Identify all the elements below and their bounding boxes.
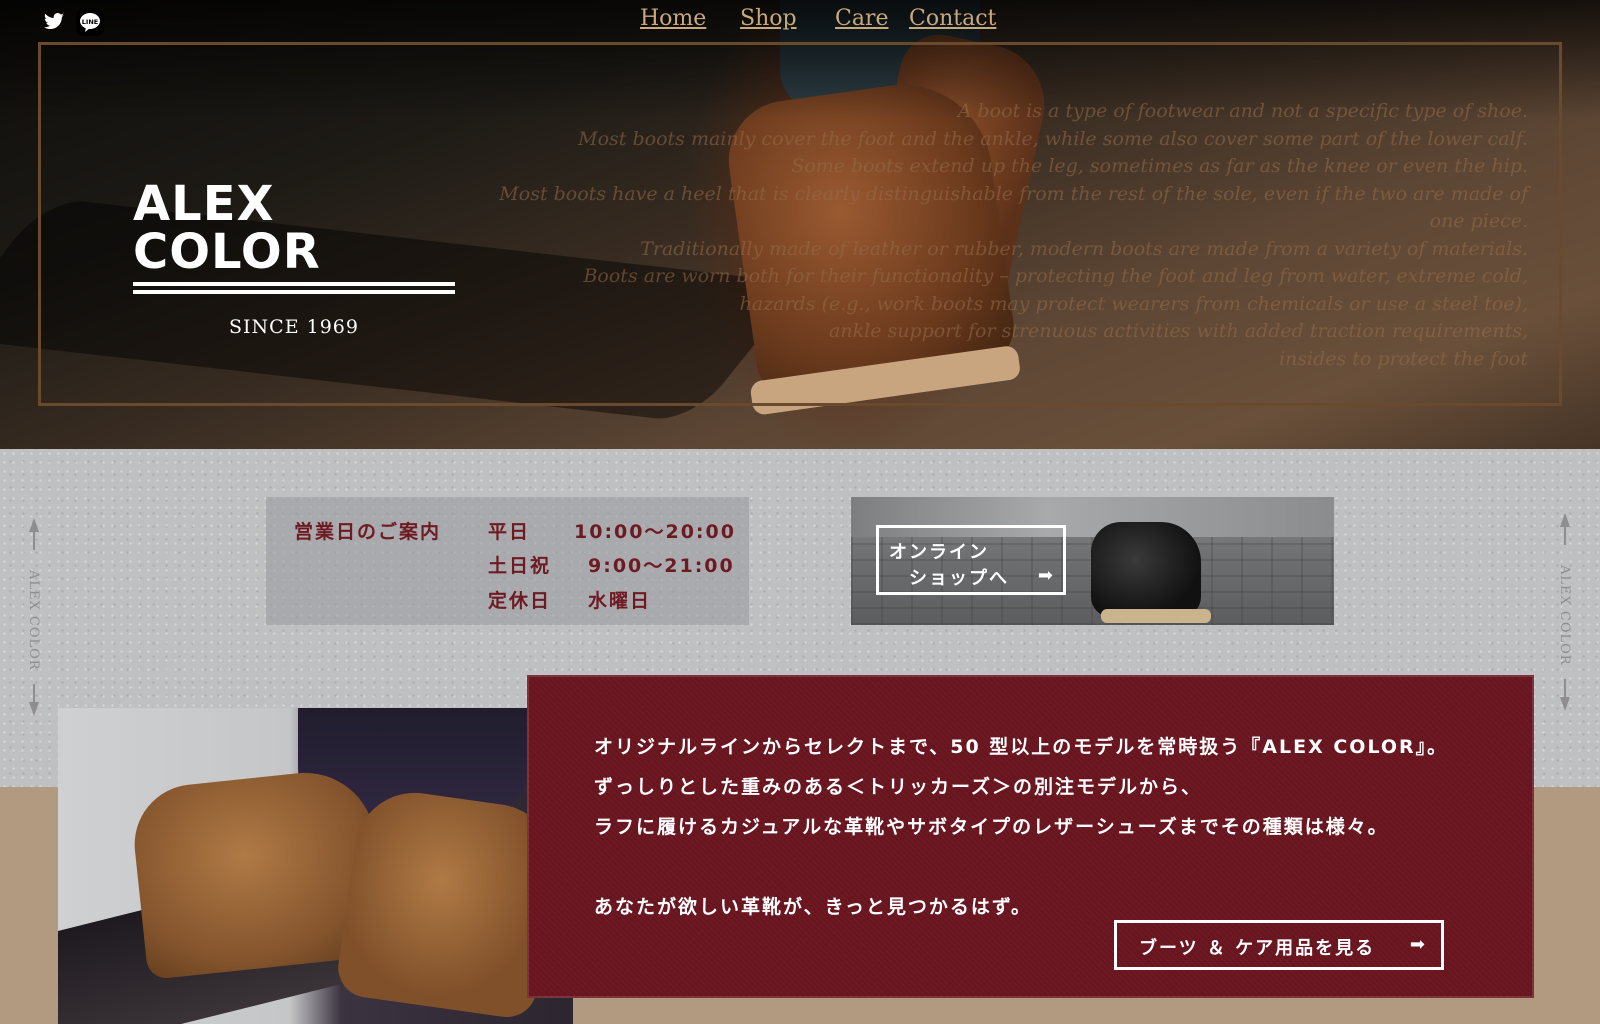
hours-time: 水曜日 (588, 590, 652, 612)
side-rule (1564, 527, 1566, 545)
online-shop-label: オンライン (889, 542, 989, 563)
main-nav: Home Shop Care Contact (0, 6, 1600, 40)
online-shop-button[interactable]: オンライン ショップへ ➡ (876, 525, 1066, 595)
online-shop-label: ショップへ (909, 568, 1009, 589)
business-hours: 営業日のご案内 平日 10:00～20:00 土日祝 9:00～21:00 定休… (266, 497, 749, 625)
banner-boot-image (1091, 522, 1211, 623)
quote-line: Most boots have a heel that is clearly d… (499, 182, 1528, 233)
hours-day: 平日 (488, 521, 531, 543)
arrow-right-icon: ➡ (1409, 934, 1425, 955)
hours-time: 10:00～20:00 (574, 521, 736, 543)
logo-rule (133, 282, 455, 286)
side-label-right: ALEX COLOR (1557, 565, 1572, 666)
hours-day: 定休日 (488, 590, 552, 612)
arrow-right-icon: ➡ (1037, 565, 1053, 586)
side-rule (1564, 679, 1566, 697)
brand-since: SINCE 1969 (229, 316, 359, 338)
quote-line: insides to protect the foot (1278, 347, 1528, 370)
logo-rule (133, 290, 455, 294)
about-text: ずっしりとした重みのある＜トリッカーズ＞の別注モデルから、 (594, 776, 1203, 798)
about-panel: オリジナルラインからセレクトまで、50 型以上のモデルを常時扱う『ALEX CO… (527, 675, 1534, 998)
hours-day: 土日祝 (488, 555, 552, 577)
about-text: オリジナルラインからセレクトまで、50 型以上のモデルを常時扱う『ALEX CO… (594, 736, 1449, 758)
side-label-left: ALEX COLOR (26, 570, 41, 671)
side-arrow-up-icon (1560, 513, 1570, 527)
side-arrow-down-icon (29, 702, 39, 716)
online-shop-banner[interactable]: オンライン ショップへ ➡ (851, 497, 1334, 625)
quote-line: hazards (e.g., work boots may protect we… (739, 292, 1528, 315)
side-arrow-down-icon (1560, 697, 1570, 711)
hours-label: 営業日のご案内 (294, 521, 442, 543)
nav-home[interactable]: Home (640, 6, 706, 31)
boots-care-button[interactable]: ブーツ ＆ ケア用品を見る ➡ (1114, 920, 1444, 970)
boots-photo (58, 708, 573, 1024)
quote-line: Most boots mainly cover the foot and the… (578, 127, 1528, 150)
about-text: ラフに履けるカジュアルな革靴やサボタイプのレザーシューズまでその種類は様々。 (594, 816, 1389, 838)
nav-care[interactable]: Care (835, 6, 889, 31)
hero-section: LINE Home Shop Care Contact ALEX COLOR S… (0, 0, 1600, 449)
about-text: あなたが欲しい革靴が、きっと見つかるはず。 (594, 896, 1032, 918)
quote-line: Boots are worn both for their functional… (583, 265, 1528, 287)
quote-line: Traditionally made of leather or rubber,… (640, 237, 1528, 260)
side-arrow-up-icon (29, 518, 39, 532)
nav-shop[interactable]: Shop (740, 6, 797, 31)
quote-line: ankle support for strenuous activities w… (829, 320, 1528, 342)
brand-logo[interactable]: ALEX COLOR SINCE 1969 (133, 180, 455, 338)
boots-care-label: ブーツ ＆ ケア用品を見る (1139, 938, 1376, 959)
quote-line: Some boots extend up the leg, sometimes … (791, 155, 1528, 177)
nav-contact[interactable]: Contact (909, 6, 996, 31)
side-rule (33, 532, 35, 550)
hours-time: 9:00～21:00 (588, 555, 735, 577)
quote-line: A boot is a type of footwear and not a s… (957, 100, 1528, 122)
hero-quote: A boot is a type of footwear and not a s… (478, 98, 1528, 373)
brand-name: ALEX COLOR (133, 176, 321, 280)
side-rule (33, 684, 35, 702)
